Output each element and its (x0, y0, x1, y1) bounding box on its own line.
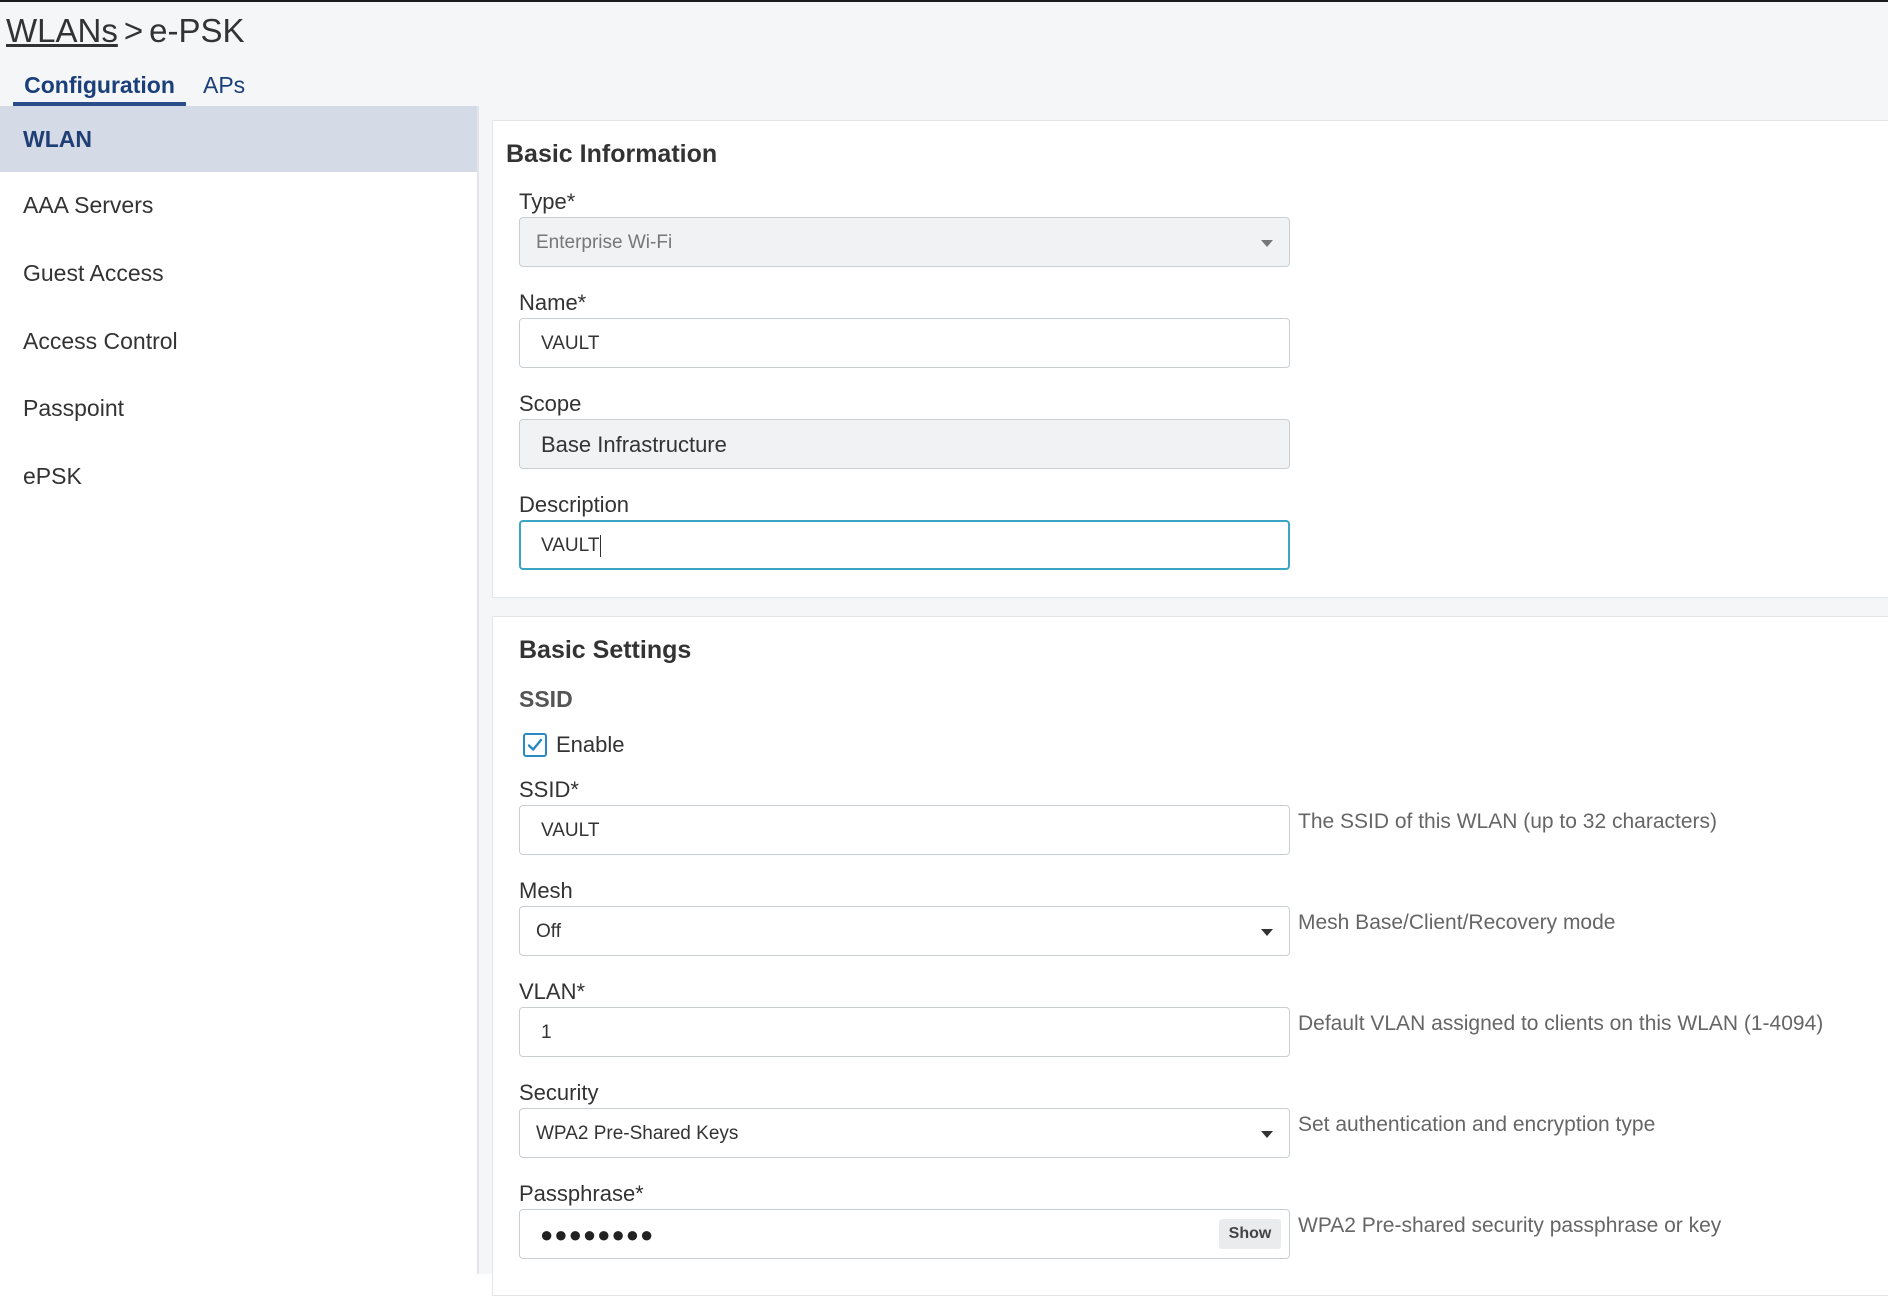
vlan-hint: Default VLAN assigned to clients on this… (1298, 1012, 1824, 1035)
check-icon (527, 738, 543, 751)
chevron-down-icon (1261, 929, 1273, 936)
security-hint: Set authentication and encryption type (1298, 1113, 1656, 1136)
sidebar-item-guest-access[interactable]: Guest Access (0, 240, 477, 306)
basic-information-title: Basic Information (506, 140, 718, 168)
security-select[interactable]: WPA2 Pre-Shared Keys (519, 1108, 1290, 1158)
passphrase-label: Passphrase* (519, 1181, 644, 1206)
tab-aps[interactable]: APs (203, 68, 245, 106)
ssid-value: VAULT (541, 820, 600, 841)
ssid-field[interactable]: VAULT (519, 805, 1290, 855)
sidebar-item-label: Access Control (23, 328, 178, 354)
breadcrumb-wlans-link[interactable]: WLANs (6, 12, 118, 49)
passphrase-field[interactable]: ●●●●●●●● Show (519, 1209, 1290, 1259)
passphrase-masked-value: ●●●●●●●● (540, 1222, 655, 1247)
scope-field: Base Infrastructure (519, 419, 1290, 469)
main-content (479, 106, 1888, 1296)
mesh-value: Off (536, 921, 561, 942)
basic-settings-title: Basic Settings (519, 636, 692, 664)
basic-settings-card (492, 616, 1888, 1296)
ssid-label: SSID* (519, 777, 579, 802)
description-field[interactable]: VAULT (519, 520, 1290, 570)
type-label: Type* (519, 189, 576, 214)
tab-configuration[interactable]: Configuration (13, 68, 186, 106)
mesh-label: Mesh (519, 878, 573, 903)
chevron-down-icon (1261, 240, 1273, 247)
type-value: Enterprise Wi-Fi (536, 232, 673, 253)
page-header: WLANs > e-PSK Configuration APs (0, 2, 1888, 106)
description-value: VAULT (541, 535, 600, 557)
ssid-section-title: SSID (519, 686, 573, 712)
mesh-select[interactable]: Off (519, 906, 1290, 956)
scope-value: Base Infrastructure (541, 432, 727, 457)
breadcrumb-separator: > (123, 12, 144, 49)
sidebar-item-label: WLAN (23, 126, 92, 152)
vlan-field[interactable]: 1 (519, 1007, 1290, 1057)
vlan-value: 1 (541, 1022, 552, 1043)
sidebar-item-wlan[interactable]: WLAN (0, 106, 477, 172)
security-value: WPA2 Pre-Shared Keys (536, 1123, 739, 1144)
sidebar-item-passpoint[interactable]: Passpoint (0, 375, 477, 441)
sidebar-item-label: AAA Servers (23, 192, 154, 218)
sidebar-item-access-control[interactable]: Access Control (0, 308, 477, 374)
type-select: Enterprise Wi-Fi (519, 217, 1290, 267)
breadcrumb: WLANs > e-PSK (6, 12, 245, 50)
name-label: Name* (519, 290, 587, 315)
description-label: Description (519, 492, 630, 517)
enable-checkbox[interactable] (523, 733, 547, 757)
sidebar: WLAN AAA Servers Guest Access Access Con… (0, 106, 479, 1274)
ssid-hint: The SSID of this WLAN (up to 32 characte… (1298, 810, 1717, 833)
sidebar-item-label: Passpoint (23, 395, 125, 421)
passphrase-hint: WPA2 Pre-shared security passphrase or k… (1298, 1214, 1722, 1237)
mesh-hint: Mesh Base/Client/Recovery mode (1298, 911, 1616, 934)
sidebar-item-epsk[interactable]: ePSK (0, 443, 477, 509)
vlan-label: VLAN* (519, 979, 586, 1004)
sidebar-item-aaa-servers[interactable]: AAA Servers (0, 172, 477, 238)
sidebar-item-label: Guest Access (23, 260, 164, 286)
breadcrumb-current: e-PSK (149, 12, 245, 49)
enable-label: Enable (556, 732, 625, 757)
name-field[interactable]: VAULT (519, 318, 1290, 368)
name-value: VAULT (541, 333, 600, 354)
security-label: Security (519, 1080, 599, 1105)
text-cursor (600, 535, 602, 557)
sidebar-item-label: ePSK (23, 463, 82, 489)
chevron-down-icon (1261, 1131, 1273, 1138)
show-passphrase-button[interactable]: Show (1219, 1219, 1281, 1249)
scope-label: Scope (519, 391, 582, 416)
